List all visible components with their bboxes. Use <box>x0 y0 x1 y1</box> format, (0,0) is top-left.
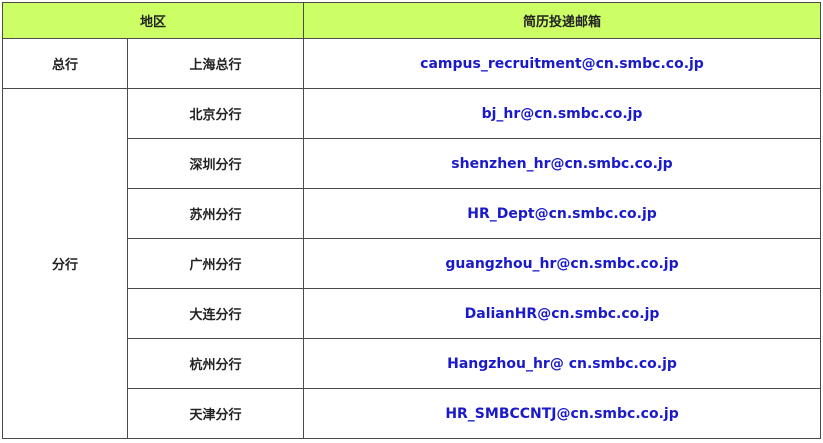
email-cell[interactable]: guangzhou_hr@cn.smbc.co.jp <box>303 238 822 289</box>
branch-cell: 上海总行 <box>126 38 305 89</box>
category-cell-headquarters: 总行 <box>2 38 128 89</box>
header-email: 简历投递邮箱 <box>303 2 822 39</box>
branch-cell: 苏州分行 <box>126 188 305 239</box>
category-cell-branches: 分行 <box>2 88 128 439</box>
email-cell[interactable]: bj_hr@cn.smbc.co.jp <box>303 88 822 139</box>
branch-cell: 北京分行 <box>126 88 305 139</box>
table-row: 分行 北京分行 bj_hr@cn.smbc.co.jp <box>2 88 822 439</box>
recruitment-email-table-container: 地区 简历投递邮箱 总行 上海总行 campus_recruitment@cn.… <box>1 2 822 439</box>
email-cell[interactable]: DalianHR@cn.smbc.co.jp <box>303 288 822 339</box>
branch-cell: 杭州分行 <box>126 338 305 389</box>
table-row: 总行 上海总行 campus_recruitment@cn.smbc.co.jp <box>2 38 822 89</box>
branch-cell: 广州分行 <box>126 238 305 289</box>
email-cell[interactable]: shenzhen_hr@cn.smbc.co.jp <box>303 138 822 189</box>
table-header-row: 地区 简历投递邮箱 <box>1 2 822 39</box>
recruitment-email-table: 地区 简历投递邮箱 总行 上海总行 campus_recruitment@cn.… <box>1 2 822 439</box>
branch-cell: 大连分行 <box>126 288 305 339</box>
email-cell[interactable]: Hangzhou_hr@ cn.smbc.co.jp <box>303 338 822 389</box>
branch-cell: 深圳分行 <box>126 138 305 189</box>
email-cell[interactable]: campus_recruitment@cn.smbc.co.jp <box>303 38 822 89</box>
email-cell[interactable]: HR_Dept@cn.smbc.co.jp <box>303 188 822 239</box>
branch-cell: 天津分行 <box>126 388 305 439</box>
email-cell[interactable]: HR_SMBCCNTJ@cn.smbc.co.jp <box>303 388 822 439</box>
header-region: 地区 <box>1 2 305 39</box>
